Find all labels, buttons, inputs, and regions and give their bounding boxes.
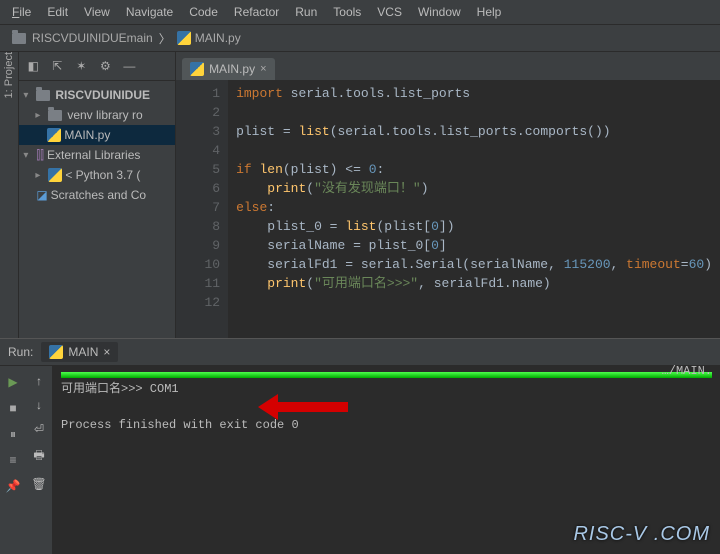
project-toolbar: ◧ ⇱ ✶ ⚙ — — [19, 52, 175, 81]
pin-icon[interactable]: 📌 — [5, 478, 21, 494]
editor-tab-label: MAIN.py — [209, 62, 255, 76]
menu-bar: FFileile Edit View Navigate Code Refacto… — [0, 0, 720, 25]
code-area[interactable]: 123456789101112 import serial.tools.list… — [176, 80, 720, 338]
chevron-right-icon: ▸ — [35, 170, 45, 181]
python-icon — [49, 345, 63, 359]
scope-icon[interactable]: ◧ — [25, 58, 41, 74]
editor-tabs: MAIN.py × — [176, 52, 720, 80]
folder-icon — [36, 90, 50, 101]
python-icon — [190, 62, 204, 76]
close-icon[interactable]: × — [103, 345, 110, 359]
console-line-3: Process finished with exit code 0 — [61, 416, 712, 434]
tree-venv[interactable]: ▸ venv library ro — [19, 105, 175, 125]
run-toolbar-1: ▶ ■ ⏸ ≡ 📌 — [0, 366, 26, 554]
library-icon: ⫿⫿ — [36, 148, 44, 163]
rerun-icon[interactable]: ▶ — [5, 374, 21, 390]
gutter: 123456789101112 — [176, 80, 228, 338]
breadcrumb-file-label: MAIN.py — [195, 31, 241, 45]
tree-main-file[interactable]: MAIN.py — [19, 125, 175, 145]
tree-extlib-label: External Libraries — [47, 148, 140, 162]
run-config-tab[interactable]: MAIN × — [41, 342, 118, 362]
left-rail: 1: Project — [0, 52, 19, 338]
tree-python[interactable]: ▸ < Python 3.7 ( — [19, 165, 175, 185]
breadcrumb-file[interactable]: MAIN.py — [171, 29, 247, 47]
editor-tab[interactable]: MAIN.py × — [182, 58, 274, 80]
python-icon — [47, 128, 61, 142]
run-title: Run: — [8, 345, 33, 359]
menu-help[interactable]: Help — [469, 2, 510, 22]
run-toolbar-2: ↑ ↓ ⏎ 🖶 🗑 — [26, 366, 53, 554]
python-icon — [48, 168, 62, 182]
menu-window[interactable]: Window — [410, 2, 469, 22]
menu-run[interactable]: Run — [287, 2, 325, 22]
menu-file[interactable]: FFileile — [4, 2, 39, 22]
wrap-icon[interactable]: ⏎ — [34, 422, 44, 436]
chevron-down-icon: ▾ — [23, 90, 33, 101]
watermark: RISC-V .COM — [573, 523, 710, 546]
tree-scratches-label: Scratches and Co — [51, 188, 146, 202]
folder-icon — [48, 110, 62, 121]
run-tab-label: MAIN — [68, 345, 98, 359]
menu-edit[interactable]: Edit — [39, 2, 76, 22]
tree-scratches[interactable]: ◪ Scratches and Co — [19, 185, 175, 205]
down-icon[interactable]: ↓ — [36, 398, 42, 412]
layout-icon[interactable]: ≡ — [5, 452, 21, 468]
folder-icon — [12, 33, 26, 44]
project-tree: ▾RISCVDUINIDUE ▸venv library ro MAIN.py … — [19, 81, 175, 338]
menu-refactor[interactable]: Refactor — [226, 2, 287, 22]
annotation-arrow-red — [258, 392, 348, 422]
project-tool-button[interactable]: 1: Project — [3, 52, 15, 106]
up-icon[interactable]: ↑ — [36, 374, 42, 388]
menu-tools[interactable]: Tools — [325, 2, 369, 22]
collapse-icon[interactable]: ⇱ — [49, 58, 65, 74]
menu-navigate[interactable]: Navigate — [118, 2, 181, 22]
target-icon[interactable]: ✶ — [73, 58, 89, 74]
scratch-icon: ◪ — [36, 188, 47, 202]
hide-icon[interactable]: — — [121, 58, 137, 74]
pause-icon[interactable]: ⏸ — [5, 426, 21, 442]
stop-icon[interactable]: ■ — [5, 400, 21, 416]
tree-root[interactable]: ▾ RISCVDUINIDUE — [19, 85, 175, 105]
tree-extlib[interactable]: ▾⫿⫿External Libraries — [19, 145, 175, 165]
python-icon — [177, 31, 191, 45]
chevron-down-icon: ▾ — [23, 150, 33, 161]
close-icon[interactable]: × — [260, 63, 266, 75]
breadcrumb-root-label: RISCVDUINIDUEmain — [32, 31, 153, 45]
menu-vcs[interactable]: VCS — [369, 2, 410, 22]
chevron-right-icon: ▸ — [35, 110, 45, 121]
editor: MAIN.py × 123456789101112 import serial.t… — [176, 52, 720, 338]
console-line-2: 可用端口名>>> COM1 — [61, 380, 712, 398]
chevron-right-icon: 〉 — [159, 30, 171, 47]
menu-view[interactable]: View — [76, 2, 118, 22]
code-body[interactable]: import serial.tools.list_ports plist = l… — [228, 80, 720, 338]
tree-main-label: MAIN.py — [64, 128, 110, 142]
breadcrumb-root[interactable]: RISCVDUINIDUEmain — [6, 29, 159, 47]
console-line-1: …/MAIN. — [61, 362, 712, 380]
tree-python-label: < Python 3.7 ( — [65, 168, 140, 182]
gear-icon[interactable]: ⚙ — [97, 58, 113, 74]
run-panel: Run: MAIN × ▶ ■ ⏸ ≡ 📌 ↑ ↓ ⏎ 🖶 🗑 …/MAIN. 可… — [0, 338, 720, 554]
print-icon[interactable]: 🖶 — [33, 446, 44, 467]
tree-venv-label: venv library ro — [67, 108, 142, 122]
tree-root-label: RISCVDUINIDUE — [55, 88, 150, 102]
breadcrumb: RISCVDUINIDUEmain 〉 MAIN.py — [0, 25, 720, 52]
main-area: 1: Project ◧ ⇱ ✶ ⚙ — ▾ RISCVDUINIDUE ▸ ven… — [0, 52, 720, 338]
project-panel: ◧ ⇱ ✶ ⚙ — ▾ RISCVDUINIDUE ▸ venv library r… — [19, 52, 176, 338]
menu-code[interactable]: Code — [181, 2, 226, 22]
trash-icon[interactable]: 🗑 — [31, 477, 46, 491]
